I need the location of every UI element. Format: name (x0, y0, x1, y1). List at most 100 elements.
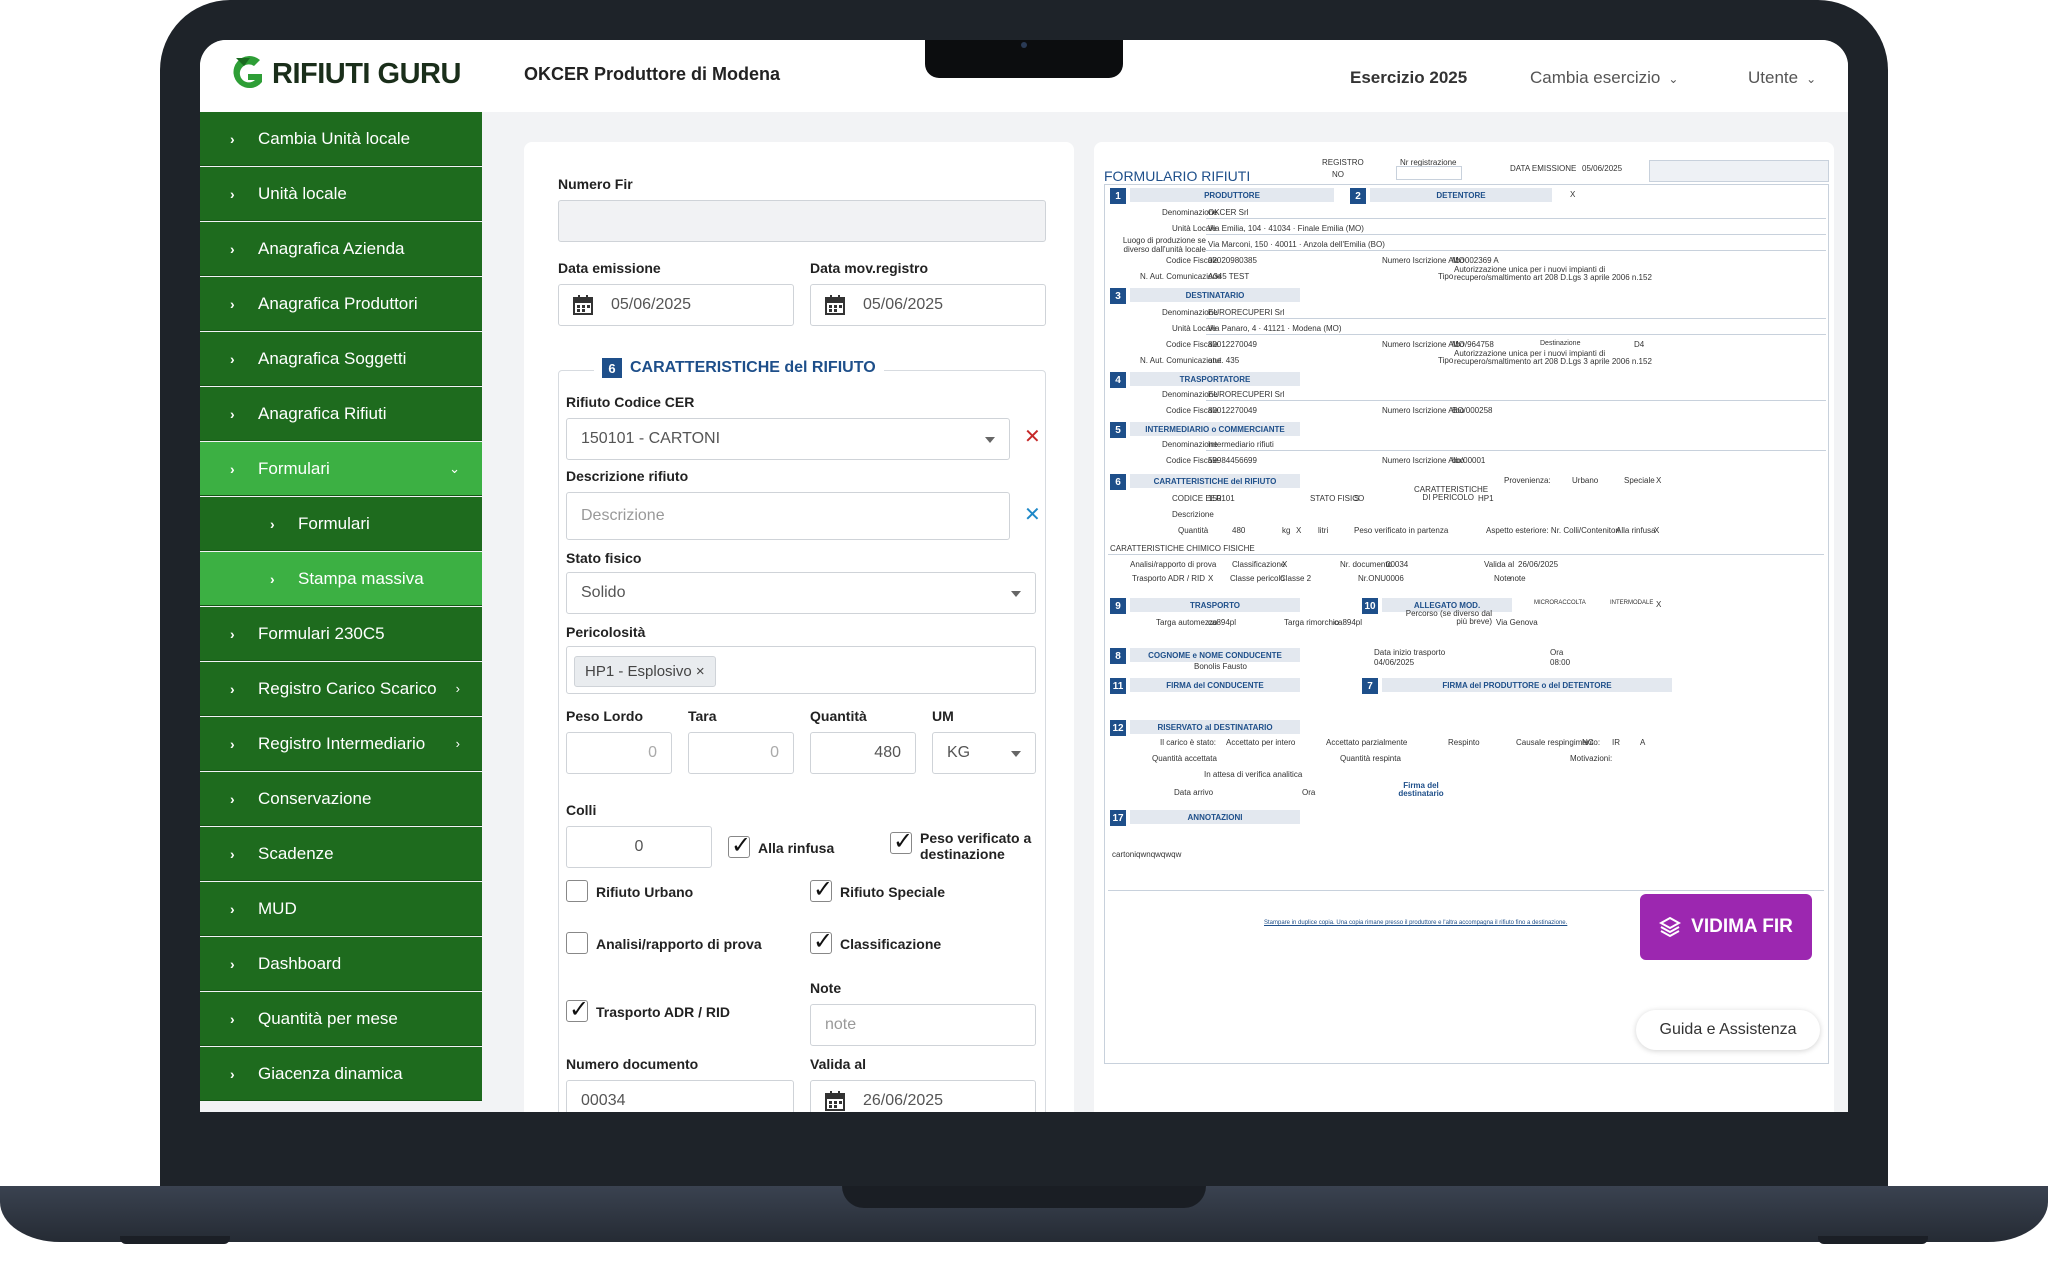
stato-fisico-select[interactable]: Solido (566, 572, 1036, 614)
sidebar-item-scadenze[interactable]: › Scadenze (200, 827, 482, 881)
colli-input[interactable]: 0 (566, 826, 712, 868)
doc-dest-albo: MO/964758 (1452, 340, 1494, 349)
vidima-fir-button[interactable]: VIDIMA FIR (1640, 894, 1812, 960)
valida-al-value: 26/06/2025 (863, 1092, 944, 1109)
sidebar-item-conservazione[interactable]: › Conservazione (200, 772, 482, 826)
sidebar-item-formulari[interactable]: › Formulari ⌄ (200, 442, 482, 496)
data-emissione-input[interactable]: 05/06/2025 (558, 284, 794, 326)
doc-section-7: 7 (1362, 678, 1378, 694)
trasporto-adr-checkbox[interactable] (566, 995, 589, 1024)
doc-x: X (1296, 526, 1302, 535)
doc-note-value: note (1510, 574, 1526, 583)
sidebar-item-quantita-per-mese[interactable]: › Quantità per mese (200, 992, 482, 1046)
doc-respinto: Respinto (1448, 738, 1480, 747)
doc-header-box (1649, 160, 1829, 182)
utente-dropdown[interactable]: Utente ⌄ (1748, 68, 1816, 88)
data-mov-label: Data mov.registro (810, 260, 928, 276)
analisi-checkbox[interactable] (566, 932, 588, 954)
descrizione-input[interactable]: Descrizione (566, 492, 1010, 540)
doc-trasporto: TRASPORTO (1130, 598, 1300, 612)
um-value: KG (947, 744, 971, 761)
caret-down-icon (985, 437, 995, 443)
sidebar-item-mud[interactable]: › MUD (200, 882, 482, 936)
numero-documento-input[interactable]: 00034 (566, 1080, 794, 1112)
stato-fisico-value: Solido (581, 584, 626, 601)
data-mov-input[interactable]: 05/06/2025 (810, 284, 1046, 326)
doc-trasporto-adr: Trasporto ADR / RID (1132, 574, 1206, 583)
doc-targa-rimorchio: Targa rimorchio (1284, 618, 1340, 627)
doc-urbano: Urbano (1572, 476, 1599, 485)
rifiuto-urbano-checkbox[interactable] (566, 880, 588, 902)
logo[interactable]: RIFIUTI GURU (228, 52, 461, 96)
peso-verificato-label-2: destinazione (920, 846, 1005, 862)
chevron-right-icon: › (230, 295, 235, 312)
doc-luogo: Luogo di produzione se diverso dall'unit… (1122, 236, 1206, 254)
pericolosita-chip[interactable]: HP1 - Esplosivo × (574, 656, 716, 687)
sidebar-subitem-stampa-massiva[interactable]: › Stampa massiva (200, 552, 482, 606)
rifiuto-speciale-checkbox[interactable] (810, 875, 833, 904)
doc-int-albo: bo/00001 (1452, 456, 1486, 465)
doc-footer-link[interactable]: Stampare in duplice copia. Una copia rim… (1264, 920, 1567, 926)
doc-provenienza: Provenienza: (1504, 476, 1551, 485)
sidebar-item-label: Quantità per mese (258, 1008, 398, 1028)
sidebar-item-label: Registro Intermediario (258, 733, 426, 753)
sidebar-item-label: Formulari (258, 458, 330, 478)
chevron-right-icon: › (270, 515, 275, 532)
clear-descrizione-icon[interactable]: ✕ (1024, 502, 1041, 527)
calendar-icon (573, 295, 593, 315)
doc-section-17: 17 (1110, 810, 1126, 826)
sidebar-item-dashboard[interactable]: › Dashboard (200, 937, 482, 991)
classificazione-checkbox[interactable] (810, 927, 833, 956)
section-number: 6 (602, 358, 622, 378)
cer-select[interactable]: 150101 - CARTONI (566, 418, 1010, 460)
doc-quantita: Quantità (1178, 526, 1209, 535)
sidebar-item-unita-locale[interactable]: › Unità locale (200, 167, 482, 221)
doc-accettato-intero: Accettato per intero (1226, 738, 1296, 747)
note-input[interactable]: note (810, 1004, 1036, 1046)
peso-lordo-input[interactable]: 0 (566, 732, 672, 774)
peso-verificato-checkbox[interactable] (890, 827, 913, 856)
guida-assistenza-button[interactable]: Guida e Assistenza (1636, 1010, 1820, 1050)
numero-fir-input[interactable] (558, 200, 1046, 242)
doc-x: X (1654, 526, 1660, 535)
sidebar-item-label: Anagrafica Rifiuti (258, 403, 387, 423)
um-select[interactable]: KG (932, 732, 1036, 774)
quantita-input[interactable]: 480 (810, 732, 916, 774)
sidebar-item-registro-intermediario[interactable]: › Registro Intermediario › (200, 717, 482, 771)
vidima-fir-label: VIDIMA FIR (1691, 916, 1793, 937)
doc-title: FORMULARIO RIFIUTI (1104, 168, 1251, 184)
sidebar-item-formulari-230c5[interactable]: › Formulari 230C5 (200, 607, 482, 661)
doc-doc-value: 00034 (1386, 560, 1409, 569)
sidebar-item-anagrafica-soggetti[interactable]: › Anagrafica Soggetti (200, 332, 482, 386)
doc-intermediario: INTERMEDIARIO o COMMERCIANTE (1130, 422, 1300, 436)
valida-al-input[interactable]: 26/06/2025 (810, 1080, 1036, 1112)
sidebar-item-anagrafica-produttori[interactable]: › Anagrafica Produttori (200, 277, 482, 331)
doc-qta-respinta: Quantità respinta (1340, 754, 1401, 763)
form-panel: Numero Fir Data emissione 05/06/2025 Dat… (524, 142, 1074, 1112)
sidebar-item-cambia-unita[interactable]: › Cambia Unità locale (200, 112, 482, 166)
calendar-icon (825, 295, 845, 315)
sidebar-item-anagrafica-azienda[interactable]: › Anagrafica Azienda (200, 222, 482, 276)
tara-input[interactable]: 0 (688, 732, 794, 774)
sidebar: › Cambia Unità locale › Unità locale › Anag… (200, 112, 482, 1112)
doc-ora: Ora (1302, 788, 1316, 797)
doc-carico-stato: Il carico è stato: (1160, 738, 1217, 747)
doc-trasp-denominazione: EURORECUPERI Srl (1208, 390, 1285, 399)
cambia-esercizio-dropdown[interactable]: Cambia esercizio ⌄ (1530, 68, 1678, 88)
sidebar-item-anagrafica-rifiuti[interactable]: › Anagrafica Rifiuti (200, 387, 482, 441)
doc-section-4: 4 (1110, 372, 1126, 388)
doc-annotazioni-value: cartoniqwnqwqwqw (1112, 850, 1182, 859)
doc-x: X (1656, 476, 1662, 485)
caret-down-icon (1011, 751, 1021, 757)
sidebar-subitem-formulari[interactable]: › Formulari (200, 497, 482, 551)
clear-cer-icon[interactable]: ✕ (1024, 424, 1041, 449)
sidebar-item-giacenza-dinamica[interactable]: › Giacenza dinamica (200, 1047, 482, 1101)
chevron-right-icon: › (230, 1065, 235, 1082)
cer-label: Rifiuto Codice CER (566, 394, 695, 410)
sidebar-item-registro-carico-scarico[interactable]: › Registro Carico Scarico › (200, 662, 482, 716)
doc-dest-cf: 80012270049 (1208, 340, 1257, 349)
doc-x: X (1656, 600, 1662, 609)
doc-qta-accettata: Quantità accettata (1152, 754, 1217, 763)
doc-data-arrivo: Data arrivo (1174, 788, 1214, 797)
alla-rinfusa-checkbox[interactable] (728, 831, 751, 860)
